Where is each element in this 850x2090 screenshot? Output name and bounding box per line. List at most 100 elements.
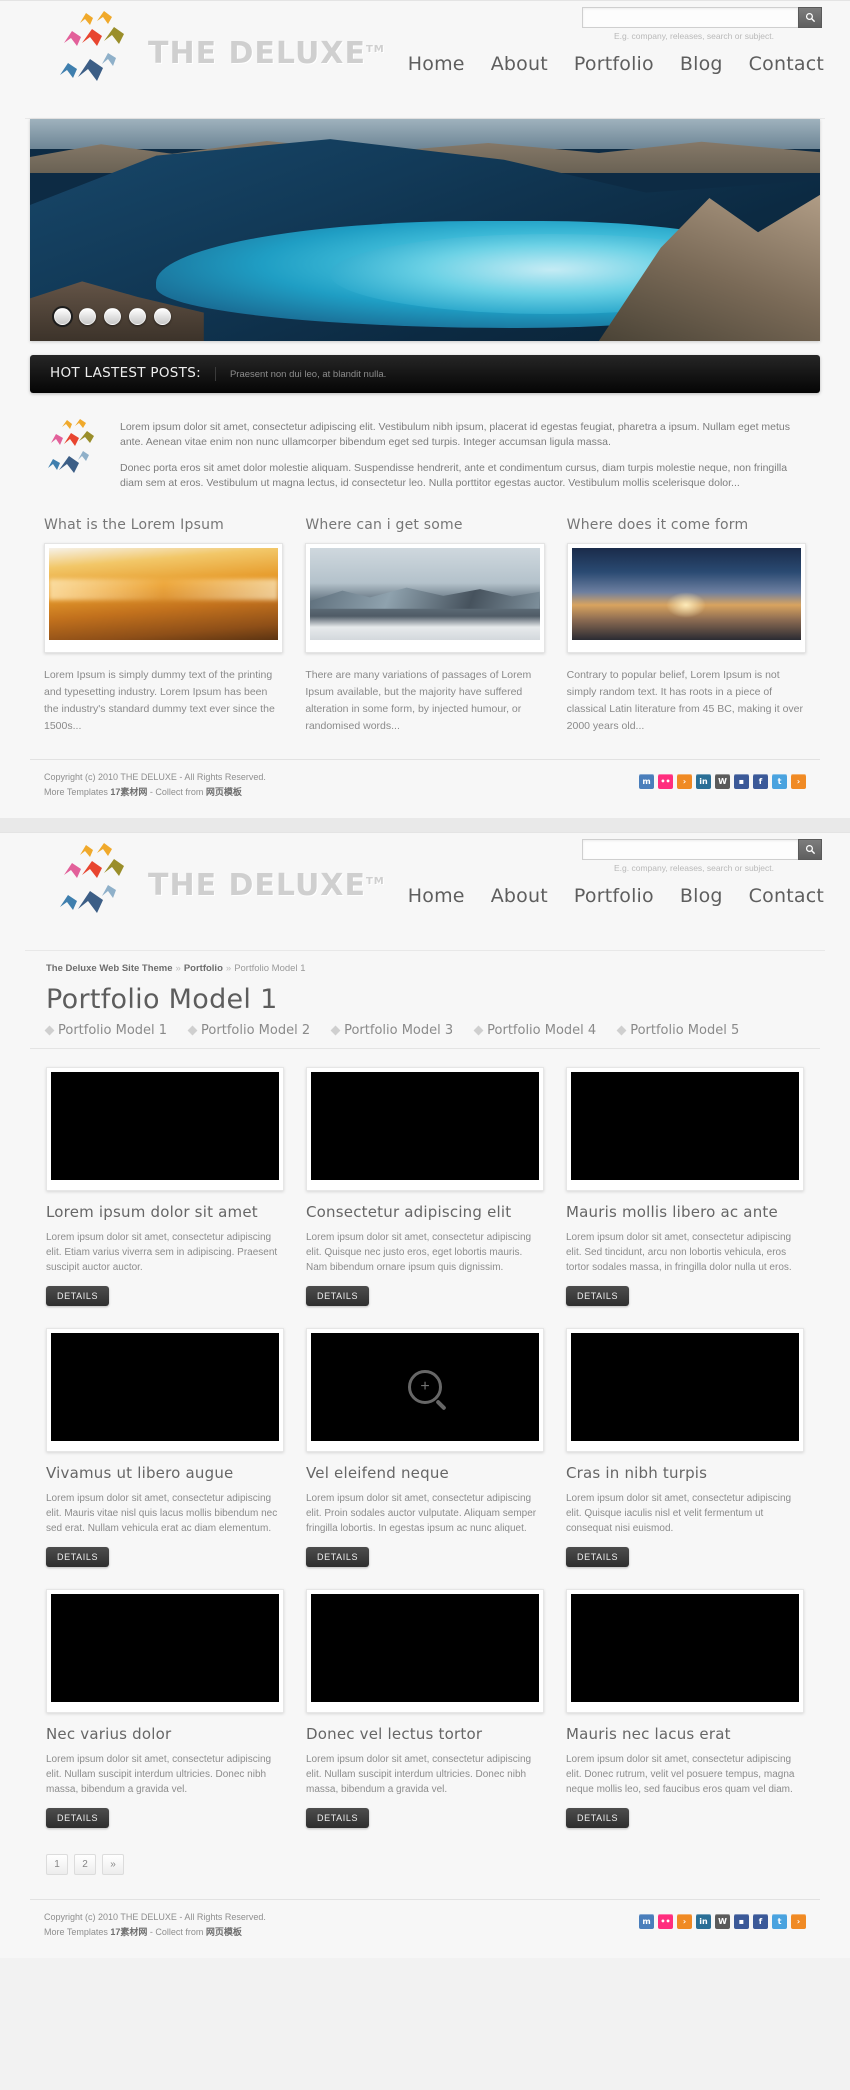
twitter-icon[interactable]: t: [772, 774, 787, 789]
hot-posts-text[interactable]: Praesent non dui leo, at blandit nulla.: [216, 369, 386, 380]
feature-column: What is the Lorem Ipsum Lorem Ipsum is s…: [44, 517, 284, 735]
portfolio-image-frame[interactable]: [306, 1328, 544, 1452]
footer-line2-mid: - Collect from: [147, 1927, 206, 1937]
footer-line-1: Copyright (c) 2010 THE DELUXE - All Righ…: [44, 1912, 266, 1922]
site-logo[interactable]: THE DELUXETM: [52, 839, 385, 927]
facebook-icon[interactable]: f: [753, 1914, 768, 1929]
page-button-1[interactable]: 1: [46, 1854, 68, 1875]
portfolio-image-frame[interactable]: [306, 1067, 544, 1191]
breadcrumb-section[interactable]: Portfolio: [184, 963, 223, 974]
feature-columns: What is the Lorem Ipsum Lorem Ipsum is s…: [30, 517, 820, 735]
details-button[interactable]: DETAILS: [306, 1547, 370, 1567]
feature-image-frame[interactable]: [305, 543, 545, 653]
sub-nav-item-3[interactable]: Portfolio Model 3: [330, 1023, 453, 1038]
details-button[interactable]: DETAILS: [566, 1808, 630, 1828]
details-button[interactable]: DETAILS: [306, 1808, 370, 1828]
sub-nav-item-2[interactable]: Portfolio Model 2: [187, 1023, 310, 1038]
footer-link-2[interactable]: 网页模板: [206, 1927, 242, 1937]
portfolio-card-title: Donec vel lectus tortor: [306, 1725, 483, 1743]
footer-link-1[interactable]: 17素材网: [110, 787, 147, 797]
myspace-icon[interactable]: m: [639, 774, 654, 789]
rss-feed-icon[interactable]: ›: [791, 1914, 806, 1929]
portfolio-image-frame[interactable]: [46, 1328, 284, 1452]
site-header: THE DELUXETM E.g. company, releases, sea…: [0, 1, 850, 119]
details-button[interactable]: DETAILS: [46, 1808, 110, 1828]
wordpress-icon[interactable]: W: [715, 1914, 730, 1929]
flickr-icon[interactable]: ••: [658, 774, 673, 789]
linkedin-icon[interactable]: in: [696, 774, 711, 789]
footer-link-2[interactable]: 网页模板: [206, 787, 242, 797]
nav-item-contact[interactable]: Contact: [749, 53, 824, 75]
zoom-in-icon[interactable]: [408, 1370, 442, 1404]
nav-item-blog[interactable]: Blog: [680, 885, 723, 907]
nav-item-about[interactable]: About: [491, 53, 548, 75]
details-button[interactable]: DETAILS: [306, 1286, 370, 1306]
portfolio-image-frame[interactable]: [46, 1067, 284, 1191]
details-button[interactable]: DETAILS: [46, 1286, 110, 1306]
portfolio-card-text: Lorem ipsum dolor sit amet, consectetur …: [306, 1754, 532, 1795]
sub-nav-item-5[interactable]: Portfolio Model 5: [616, 1023, 740, 1038]
site-logo[interactable]: THE DELUXETM: [52, 7, 385, 95]
hero-slider[interactable]: [30, 119, 820, 341]
nav-item-contact[interactable]: Contact: [749, 885, 824, 907]
portfolio-image-frame[interactable]: [566, 1589, 804, 1713]
breadcrumb-root[interactable]: The Deluxe Web Site Theme: [46, 963, 173, 974]
portfolio-card-text: Lorem ipsum dolor sit amet, consectetur …: [306, 1493, 537, 1534]
nav-item-home[interactable]: Home: [408, 53, 465, 75]
slider-dot-3[interactable]: [104, 308, 121, 325]
page-button-next[interactable]: »: [102, 1854, 124, 1875]
details-button[interactable]: DETAILS: [46, 1547, 110, 1567]
portfolio-card: Nec varius dolor Lorem ipsum dolor sit a…: [46, 1589, 284, 1828]
search-input[interactable]: [582, 839, 798, 860]
footer-line2-mid: - Collect from: [147, 787, 206, 797]
search-button[interactable]: [798, 839, 822, 860]
search-button[interactable]: [798, 7, 822, 28]
nav-item-portfolio[interactable]: Portfolio: [574, 885, 654, 907]
nav-item-blog[interactable]: Blog: [680, 53, 723, 75]
details-button[interactable]: DETAILS: [566, 1286, 630, 1306]
portfolio-card-text: Lorem ipsum dolor sit amet, consectetur …: [46, 1493, 278, 1534]
portfolio-image-frame[interactable]: [566, 1067, 804, 1191]
slider-dot-4[interactable]: [129, 308, 146, 325]
sub-nav-item-1[interactable]: Portfolio Model 1: [44, 1023, 167, 1038]
slider-dot-5[interactable]: [154, 308, 171, 325]
flickr-icon[interactable]: ••: [658, 1914, 673, 1929]
feature-image-frame[interactable]: [566, 543, 806, 653]
search-input[interactable]: [582, 7, 798, 28]
sub-nav-item-4[interactable]: Portfolio Model 4: [473, 1023, 596, 1038]
site-footer: Copyright (c) 2010 THE DELUXE - All Righ…: [30, 759, 820, 814]
portfolio-image-frame[interactable]: [306, 1589, 544, 1713]
footer-line-2: More Templates 17素材网 - Collect from 网页模板: [44, 785, 266, 800]
slider-dot-2[interactable]: [79, 308, 96, 325]
delicious-icon[interactable]: ▪: [734, 774, 749, 789]
slider-dot-1[interactable]: [54, 308, 71, 325]
nav-item-about[interactable]: About: [491, 885, 548, 907]
site-footer: Copyright (c) 2010 THE DELUXE - All Righ…: [30, 1899, 820, 1954]
rss-feed-icon[interactable]: ›: [791, 774, 806, 789]
nav-item-portfolio[interactable]: Portfolio: [574, 53, 654, 75]
footer-link-1[interactable]: 17素材网: [110, 1927, 147, 1937]
logo-brand-name: THE DELUXE: [148, 36, 366, 71]
delicious-icon[interactable]: ▪: [734, 1914, 749, 1929]
portfolio-image-frame[interactable]: [566, 1328, 804, 1452]
rss-icon[interactable]: ›: [677, 774, 692, 789]
portfolio-thumbnail: [51, 1333, 279, 1441]
social-links: m •• › in W ▪ f t ›: [639, 770, 806, 789]
wordpress-icon[interactable]: W: [715, 774, 730, 789]
sub-nav-label: Portfolio Model 5: [630, 1023, 740, 1038]
portfolio-image-frame[interactable]: [46, 1589, 284, 1713]
details-button[interactable]: DETAILS: [566, 1547, 630, 1567]
linkedin-icon[interactable]: in: [696, 1914, 711, 1929]
feature-image-frame[interactable]: [44, 543, 284, 653]
facebook-icon[interactable]: f: [753, 774, 768, 789]
rss-icon[interactable]: ›: [677, 1914, 692, 1929]
page-button-2[interactable]: 2: [74, 1854, 96, 1875]
twitter-icon[interactable]: t: [772, 1914, 787, 1929]
nav-item-home[interactable]: Home: [408, 885, 465, 907]
portfolio-card-text: Lorem ipsum dolor sit amet, consectetur …: [566, 1493, 792, 1534]
portfolio-thumbnail: [571, 1072, 799, 1180]
diamond-icon: [616, 1025, 627, 1036]
myspace-icon[interactable]: m: [639, 1914, 654, 1929]
feature-text: There are many variations of passages of…: [305, 669, 532, 732]
portfolio-thumbnail: [311, 1333, 539, 1441]
